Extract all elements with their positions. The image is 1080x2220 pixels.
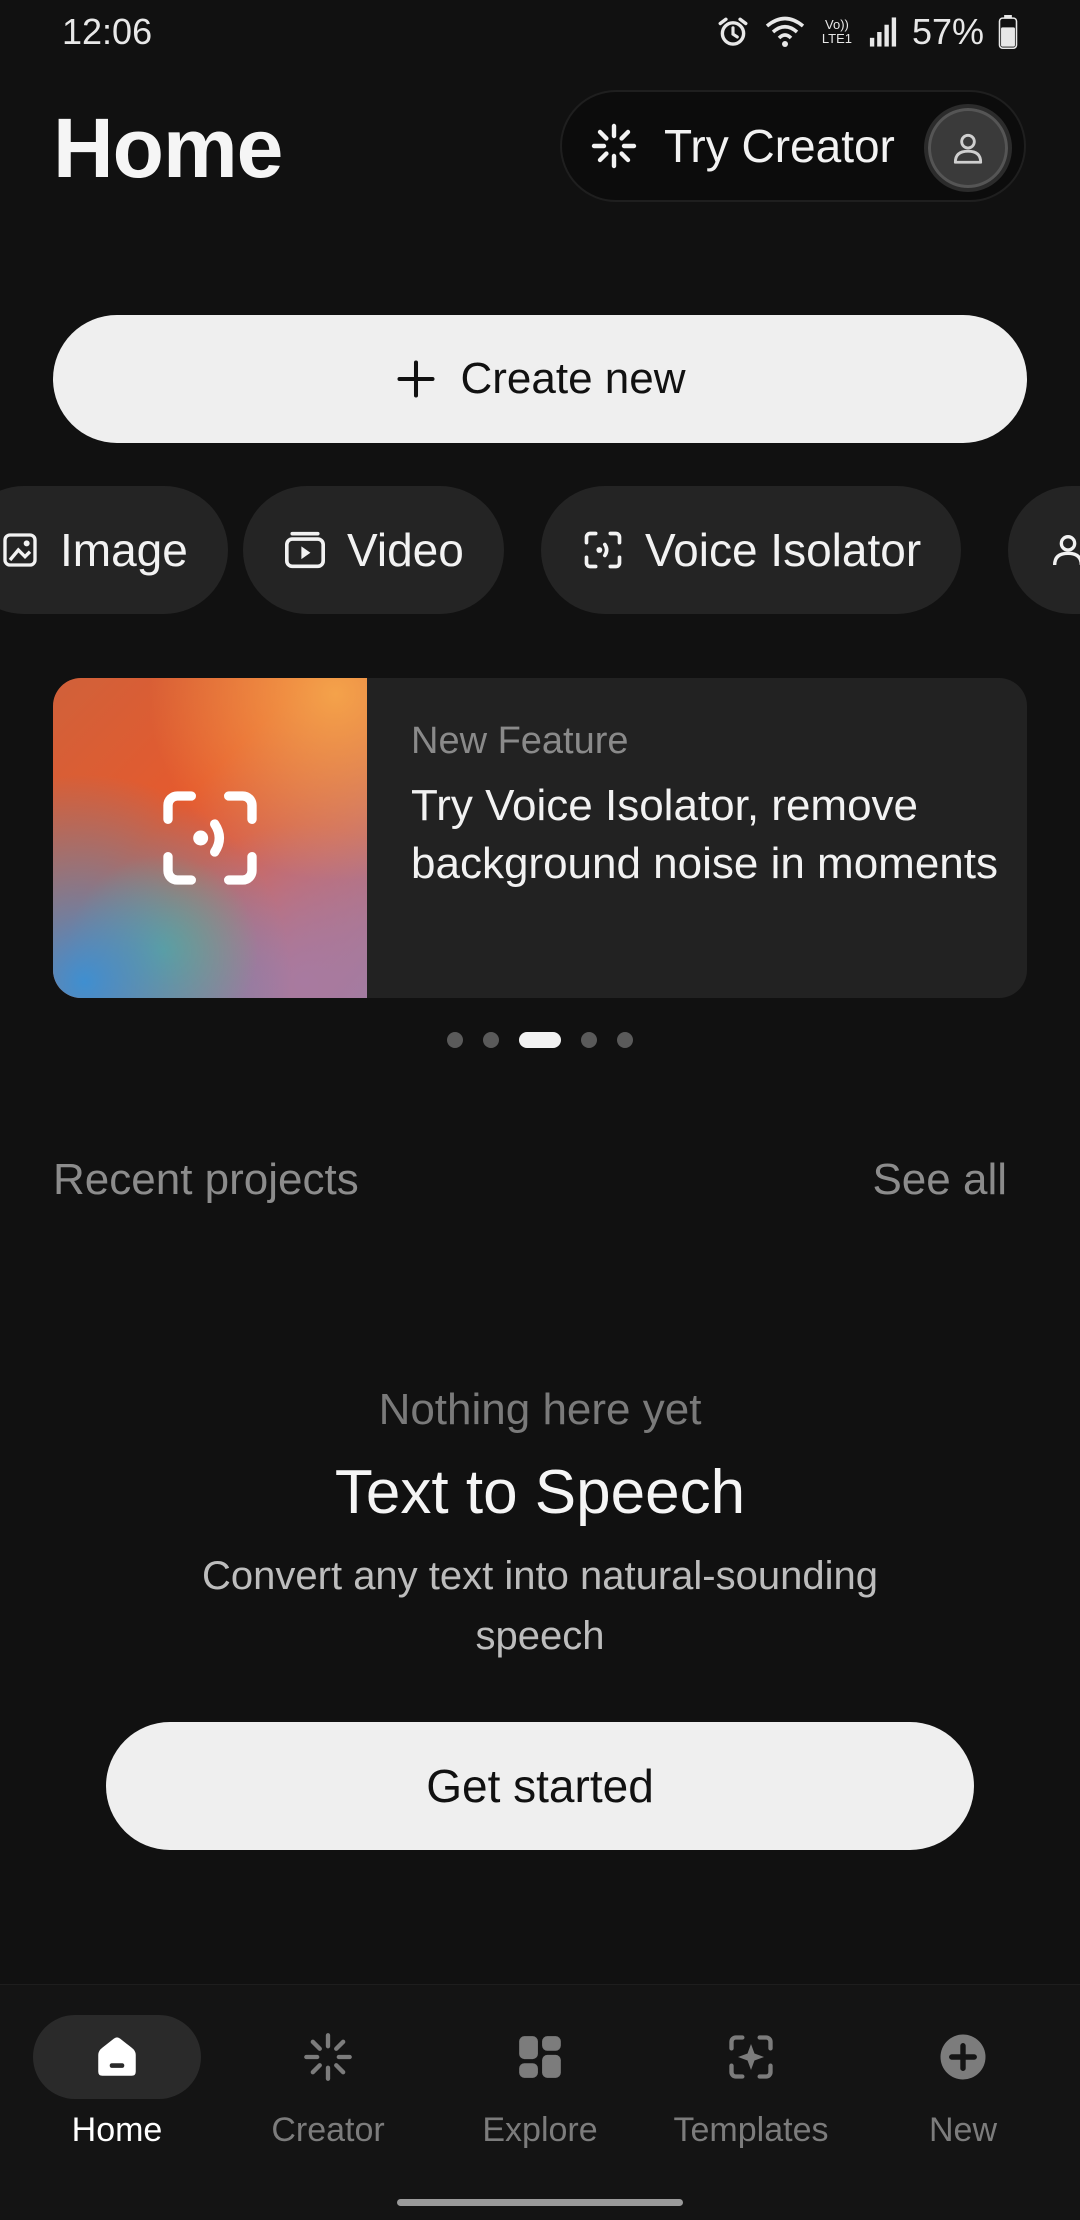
- nav-label: Explore: [482, 2111, 598, 2149]
- feature-thumbnail: [53, 678, 367, 998]
- grid-icon: [519, 2036, 561, 2078]
- feature-title: Try Voice Isolator, remove background no…: [411, 781, 998, 888]
- page-title: Home: [53, 101, 283, 195]
- chip-avatar[interactable]: [1008, 486, 1080, 614]
- empty-eyebrow: Nothing here yet: [378, 1385, 702, 1434]
- chip-label: Image: [60, 524, 188, 576]
- sparkle-icon: [304, 2033, 352, 2081]
- pager-dot[interactable]: [581, 1032, 597, 1048]
- alarm-icon: [718, 17, 748, 46]
- chip-video[interactable]: Video: [243, 486, 504, 614]
- feature-card[interactable]: New Feature Try Voice Isolator, remove b…: [53, 678, 1027, 998]
- nav-home[interactable]: Home: [11, 2015, 223, 2165]
- video-icon: [283, 530, 327, 570]
- try-creator-label: Try Creator: [664, 120, 895, 172]
- battery-percent: 57%: [911, 11, 984, 52]
- plus-circle-icon: [940, 2034, 986, 2080]
- voice-isolator-icon: [581, 528, 625, 572]
- nav-creator[interactable]: Creator: [222, 2015, 434, 2165]
- chip-label: Video: [347, 524, 464, 576]
- empty-description: Convert any text into natural-sounding s…: [202, 1554, 878, 1658]
- feature-text: New Feature Try Voice Isolator, remove b…: [411, 720, 1001, 893]
- pager-dot[interactable]: [483, 1032, 499, 1048]
- see-all-link[interactable]: See all: [872, 1155, 1007, 1205]
- person-icon: [1048, 530, 1080, 570]
- status-time: 12:06: [62, 11, 153, 52]
- home-icon: [98, 2037, 136, 2076]
- sparkle-icon: [591, 123, 637, 169]
- nav-new-icon-wrap: [879, 2015, 1047, 2099]
- chip-image[interactable]: Image: [0, 486, 228, 614]
- voice-isolator-icon: [163, 791, 257, 885]
- nav-label: New: [928, 2111, 998, 2149]
- chip-label: Voice Isolator: [645, 524, 922, 576]
- pager-dot-active[interactable]: [519, 1032, 561, 1048]
- pager-dot[interactable]: [617, 1032, 633, 1048]
- recent-projects-header: Recent projects See all: [53, 1155, 1007, 1205]
- create-new-label: Create new: [460, 354, 686, 403]
- nav-templates-icon-wrap: [667, 2015, 835, 2099]
- templates-icon: [729, 2035, 773, 2079]
- pager-dot[interactable]: [447, 1032, 463, 1048]
- nav-label: Creator: [271, 2111, 385, 2149]
- signal-icon: [869, 17, 897, 47]
- nav-explore-icon-wrap: [456, 2015, 624, 2099]
- home-indicator[interactable]: [397, 2199, 683, 2206]
- header: Home Try Creator: [0, 90, 1080, 206]
- recent-projects-title: Recent projects: [53, 1155, 359, 1204]
- quick-actions-row[interactable]: Image Video Voice Isolator: [0, 486, 1080, 614]
- nav-home-icon-wrap: [33, 2015, 201, 2099]
- carousel-pager: [0, 1030, 1080, 1050]
- feature-eyebrow: New Feature: [411, 720, 629, 762]
- nav-label: Templates: [673, 2111, 829, 2149]
- image-icon: [0, 530, 40, 570]
- nav-new[interactable]: New: [857, 2015, 1069, 2165]
- status-icons: Vo)) LTE1 57%: [716, 11, 1018, 53]
- create-new-button[interactable]: Create new: [53, 315, 1027, 443]
- empty-title: Text to Speech: [334, 1458, 746, 1527]
- plus-icon: [394, 357, 438, 401]
- nav-explore[interactable]: Explore: [434, 2015, 646, 2165]
- try-creator-button[interactable]: Try Creator: [560, 90, 1026, 202]
- network-label: Vo)) LTE1: [821, 17, 852, 46]
- person-icon: [953, 133, 983, 164]
- nav-label: Home: [71, 2111, 163, 2149]
- avatar[interactable]: [924, 104, 1012, 192]
- wifi-icon: [765, 16, 805, 47]
- nav-creator-icon-wrap: [244, 2015, 412, 2099]
- chip-voice-isolator[interactable]: Voice Isolator: [541, 486, 962, 614]
- status-bar: 12:06 Vo)) LTE1 57%: [0, 0, 1080, 64]
- get-started-button[interactable]: Get started: [106, 1722, 974, 1850]
- nav-templates[interactable]: Templates: [645, 2015, 857, 2165]
- bottom-nav: Home Creator Explore Templates New: [0, 1984, 1080, 2220]
- battery-icon: [998, 15, 1018, 49]
- empty-state: Nothing here yet Text to Speech Convert …: [0, 1385, 1080, 1666]
